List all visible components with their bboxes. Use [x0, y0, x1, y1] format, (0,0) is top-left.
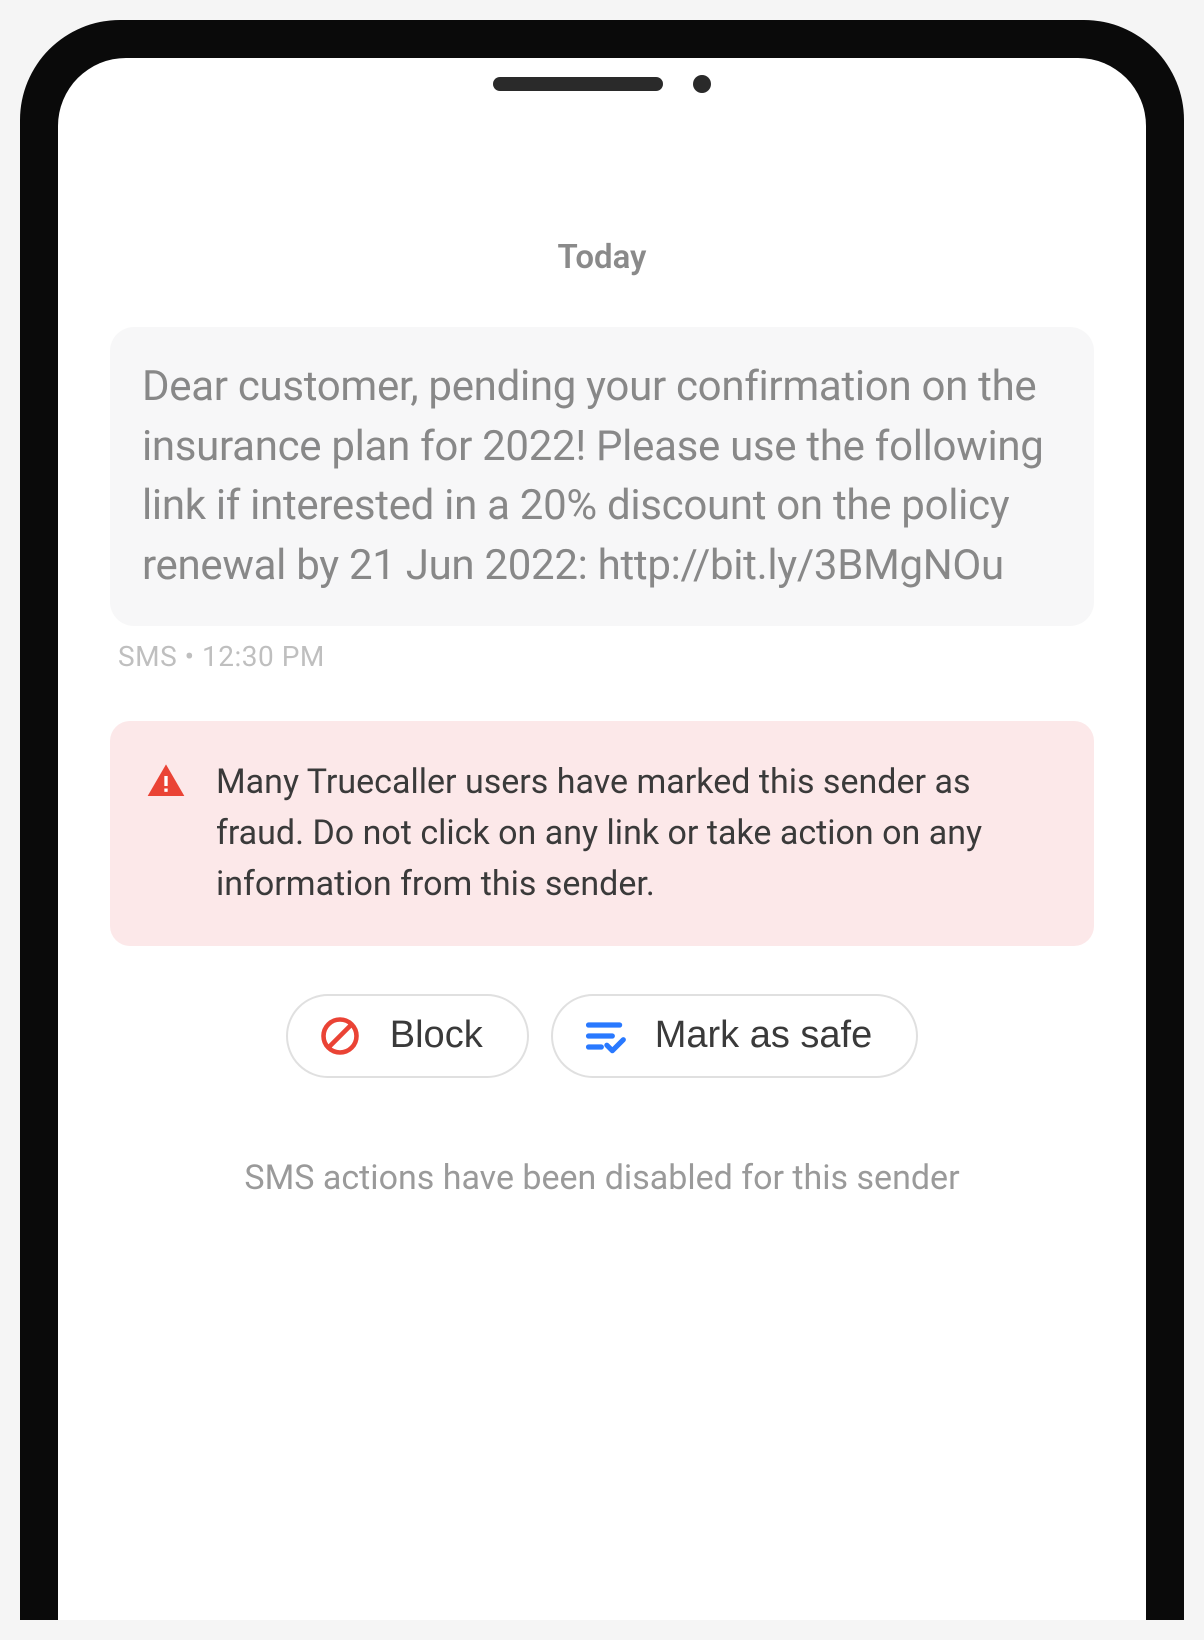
front-camera [693, 75, 711, 93]
phone-device-frame: Today Dear customer, pending your confir… [20, 20, 1184, 1620]
sms-message-bubble[interactable]: Dear customer, pending your confirmation… [110, 327, 1094, 626]
speaker-slot [493, 77, 663, 91]
sender-action-buttons: Block Mark as safe [110, 994, 1094, 1078]
sms-message-text: Dear customer, pending your confirmation… [142, 357, 1062, 596]
phone-notch [493, 75, 711, 93]
actions-disabled-notice: SMS actions have been disabled for this … [110, 1158, 1094, 1198]
sms-meta-label: SMS • 12:30 PM [110, 640, 1094, 673]
block-button[interactable]: Block [286, 994, 529, 1078]
block-button-label: Block [390, 1014, 483, 1057]
warning-triangle-icon [146, 761, 186, 801]
mark-safe-button-label: Mark as safe [655, 1014, 873, 1057]
fraud-warning-text: Many Truecaller users have marked this s… [216, 757, 1058, 910]
date-divider-label: Today [110, 238, 1094, 277]
mark-safe-button[interactable]: Mark as safe [551, 994, 919, 1078]
list-check-icon [583, 1014, 627, 1058]
block-icon [318, 1014, 362, 1058]
fraud-warning-banner: Many Truecaller users have marked this s… [110, 721, 1094, 946]
message-thread-content: Today Dear customer, pending your confir… [58, 188, 1146, 1198]
phone-screen: Today Dear customer, pending your confir… [58, 58, 1146, 1620]
